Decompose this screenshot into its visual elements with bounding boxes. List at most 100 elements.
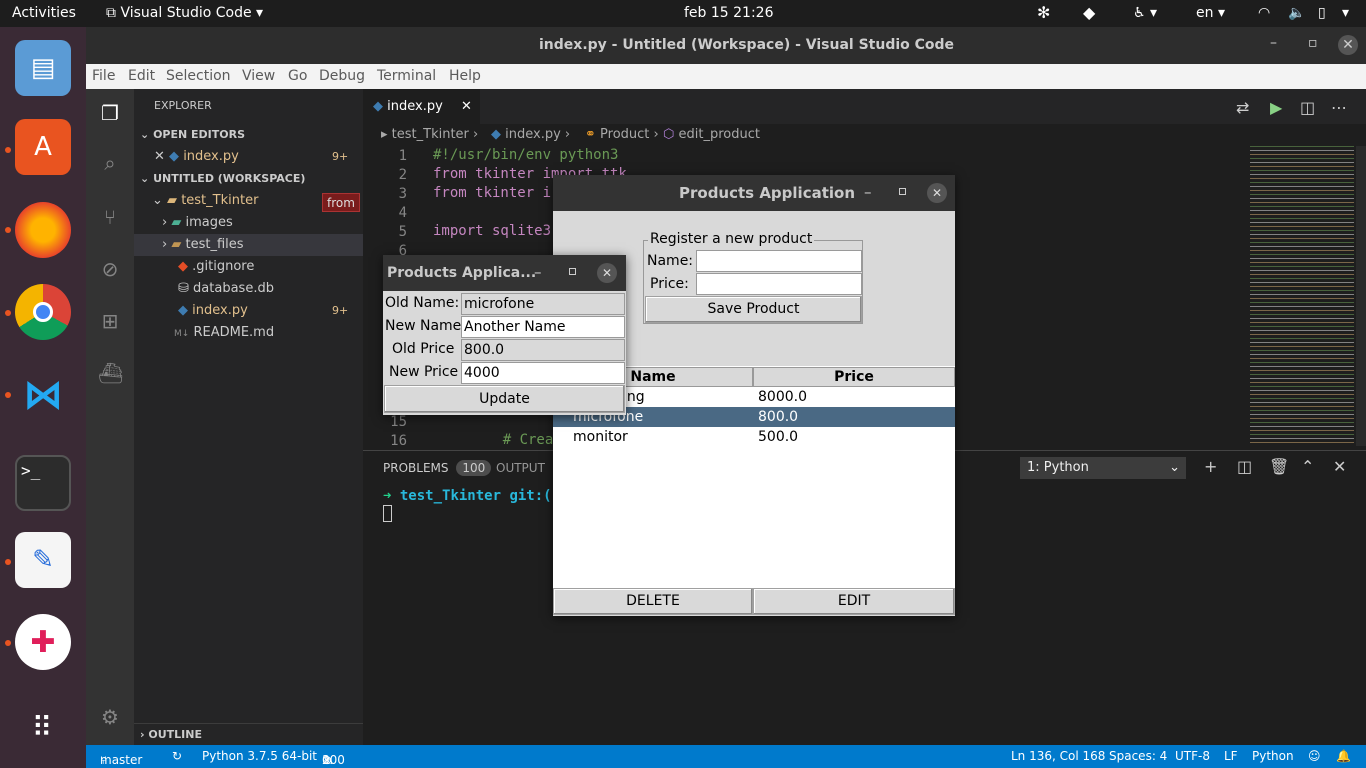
price-input[interactable] [696,273,862,295]
breadcrumb-folder[interactable]: ▸ test_Tkinter › [381,127,478,142]
wifi-icon[interactable]: ◠ [1258,5,1270,21]
sync-icon[interactable]: ↻ [172,749,182,763]
show-applications-icon[interactable]: ⠿ [15,699,71,755]
clock[interactable]: feb 15 21:26 [684,5,774,21]
software-center-icon[interactable]: A [15,119,71,175]
minimap[interactable] [1250,146,1354,446]
close-icon[interactable]: ✕ [927,183,947,203]
code-line: from tkinter i [433,185,552,201]
workspace-header[interactable]: ⌄ UNTITLED (WORKSPACE) [134,168,363,190]
edit-button[interactable]: EDIT [753,588,955,615]
menu-terminal[interactable]: Terminal [377,68,436,84]
volume-icon[interactable]: 🔈 [1288,5,1305,21]
maximize-icon[interactable]: ▫ [1308,35,1318,51]
run-icon[interactable]: ▶ [1270,98,1282,117]
name-input[interactable] [696,250,862,272]
diamond-tray-icon[interactable]: ◆ [1083,3,1095,22]
tree-item-index-py[interactable]: ◆ index.py 9+ [134,300,363,322]
trash-icon[interactable]: 🗑 [1269,457,1289,476]
open-editor-item[interactable]: ✕ ◆ index.py 9+ [134,146,363,168]
end-of-line[interactable]: LF [1224,749,1238,763]
terminal-icon[interactable]: >_ [15,455,71,511]
system-menu-icon[interactable]: ▾ [1342,5,1349,21]
menu-debug[interactable]: Debug [319,68,365,84]
compare-icon[interactable]: ⇄ [1236,98,1249,117]
search-icon[interactable]: ⌕ [98,151,122,175]
maximize-icon[interactable] [899,188,906,195]
menu-selection[interactable]: Selection [166,68,231,84]
tab-problems[interactable]: PROBLEMS 100 [383,460,492,476]
chevron-down-icon: ⌄ [140,128,150,141]
accessibility-icon[interactable]: ♿ ▾ [1133,5,1157,21]
close-icon[interactable]: ✕ [1338,35,1358,55]
indentation[interactable]: Spaces: 4 [1109,749,1167,763]
menu-help[interactable]: Help [449,68,481,84]
debug-icon[interactable]: ⊘ [98,257,122,281]
minimize-icon[interactable]: – [864,183,872,201]
add-terminal-icon[interactable]: + [1204,457,1217,476]
split-terminal-icon[interactable]: ◫ [1237,457,1252,476]
table-row[interactable]: monitor 500.0 [553,427,955,447]
more-actions-icon[interactable]: ⋯ [1331,98,1347,117]
terminal-output[interactable]: ➜ test_Tkinter git:( [383,488,552,504]
language-mode[interactable]: Python [1252,749,1294,763]
update-button[interactable]: Update [384,385,625,413]
save-product-button[interactable]: Save Product [645,296,862,323]
new-name-input[interactable]: Another Name [461,316,625,338]
chrome-icon[interactable] [15,284,71,340]
split-editor-icon[interactable]: ◫ [1300,98,1315,117]
tree-item-gitignore[interactable]: ◆ .gitignore [134,256,363,278]
folder-test-tkinter[interactable]: ⌄ ▰ test_Tkinter from [134,190,363,212]
language-indicator[interactable]: en ▾ [1196,5,1225,21]
tree-item-test-files[interactable]: › ▰ test_files [134,234,363,256]
close-panel-icon[interactable]: ✕ [1333,457,1346,476]
chevron-up-icon[interactable]: ⌃ [1301,457,1314,476]
outline-header[interactable]: › OUTLINE [134,723,363,745]
cursor-position[interactable]: Ln 136, Col 168 [1011,749,1105,763]
explorer-icon[interactable]: ❐ [98,101,122,125]
slack-icon[interactable]: ✚ [15,614,71,670]
maximize-icon[interactable] [569,268,576,275]
delete-button[interactable]: DELETE [553,588,753,615]
minimize-icon[interactable]: – [1270,35,1277,51]
tab-index-py[interactable]: ◆ index.py ✕ [363,89,480,124]
tab-output[interactable]: OUTPUT [496,461,545,475]
firefox-icon[interactable] [15,202,71,258]
encoding[interactable]: UTF-8 [1175,749,1210,763]
tree-item-readme[interactable]: M↓ README.md [134,322,363,344]
running-indicator [5,640,11,646]
battery-icon[interactable]: ▯ [1318,5,1326,21]
bell-icon[interactable]: 🔔 [1336,749,1351,763]
close-icon[interactable]: ✕ [461,99,472,114]
python-interpreter[interactable]: Python 3.7.5 64-bit [202,749,317,763]
menu-view[interactable]: View [242,68,275,84]
activities-button[interactable]: Activities [12,5,76,21]
slack-tray-icon[interactable]: ✻ [1037,3,1050,22]
source-control-icon[interactable]: ⑂ [98,205,122,229]
open-editors-header[interactable]: ⌄ OPEN EDITORS [134,124,363,146]
text-editor-icon[interactable]: ✎ [15,532,71,588]
close-icon[interactable]: ✕ [597,263,617,283]
menu-file[interactable]: File [92,68,115,84]
editor-scrollbar[interactable] [1356,146,1366,446]
gear-icon[interactable]: ⚙ [98,705,122,729]
vscode-icon[interactable]: ⋈ [15,367,71,423]
breadcrumb-file[interactable]: ◆ index.py › [491,127,570,142]
menu-edit[interactable]: Edit [128,68,155,84]
column-header-price[interactable]: Price [753,367,955,387]
new-price-input[interactable]: 4000 [461,362,625,384]
close-icon[interactable]: ✕ [154,149,165,164]
breadcrumb-method[interactable]: ⬡ edit_product [663,127,760,142]
minimize-icon[interactable]: – [534,263,542,281]
tree-item-database[interactable]: ⛁ database.db [134,278,363,300]
breadcrumb-class[interactable]: ⚭ Product › [585,127,659,142]
menu-go[interactable]: Go [288,68,307,84]
outline-label: OUTLINE [148,728,202,741]
app-menu[interactable]: ⧉ Visual Studio Code ▾ [106,5,263,21]
docker-icon[interactable]: ⛴ [98,361,123,385]
feedback-icon[interactable]: ☺ [1308,749,1321,763]
extensions-icon[interactable]: ⊞ [98,309,122,333]
tree-item-images[interactable]: › ▰ images [134,212,363,234]
files-icon[interactable]: ▤ [15,40,71,96]
terminal-select[interactable]: 1: Python ⌄ [1020,457,1186,479]
